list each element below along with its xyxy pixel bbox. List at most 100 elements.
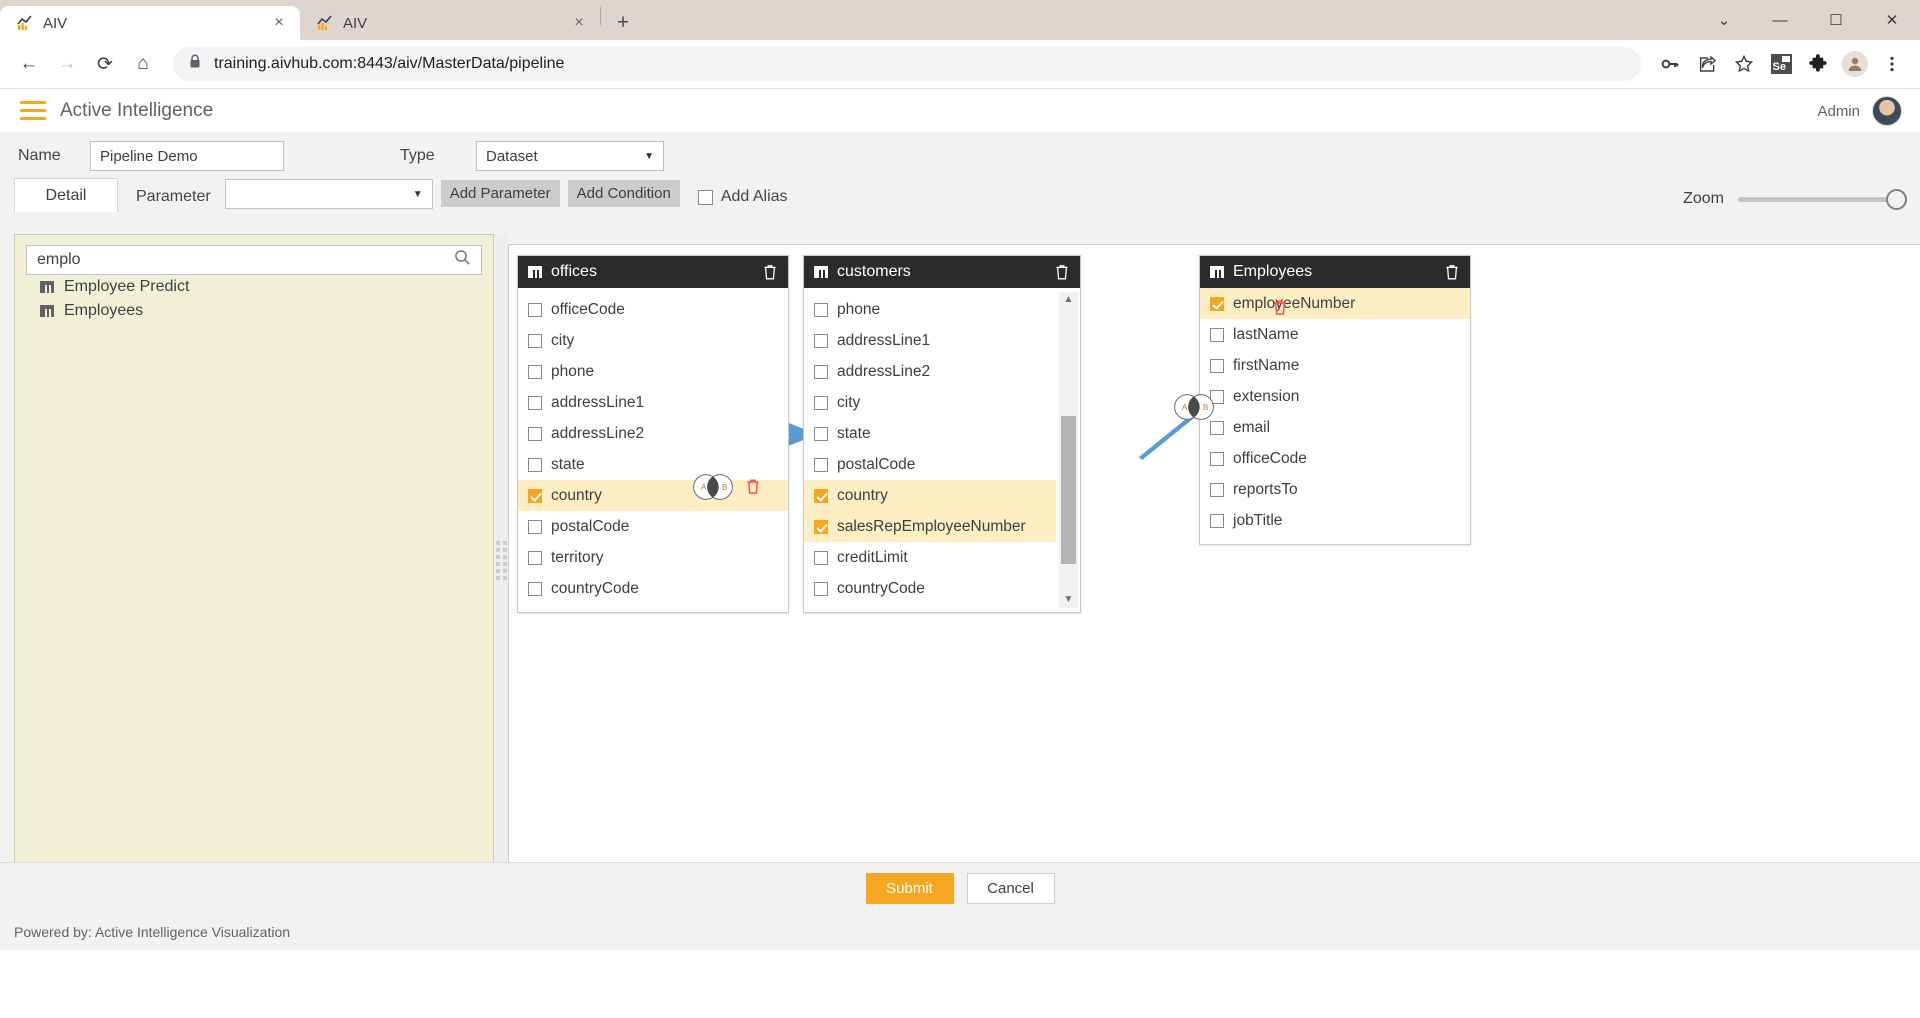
- field-row[interactable]: salesRepEmployeeNumber: [804, 511, 1056, 542]
- field-checkbox[interactable]: [1210, 358, 1224, 373]
- field-checkbox[interactable]: [814, 395, 828, 410]
- field-row[interactable]: addressLine1: [804, 325, 1056, 356]
- panel-header[interactable]: customers: [804, 256, 1080, 288]
- add-alias-checkbox[interactable]: [697, 189, 713, 205]
- back-icon[interactable]: ←: [12, 47, 46, 81]
- panel-header[interactable]: offices: [518, 256, 788, 288]
- scroll-down-icon[interactable]: ▼: [1064, 592, 1074, 608]
- zoom-slider-handle[interactable]: [1886, 188, 1907, 210]
- field-checkbox[interactable]: [814, 426, 828, 441]
- field-checkbox[interactable]: [528, 519, 542, 534]
- join-2-delete-icon[interactable]: [1272, 298, 1288, 321]
- browser-profile-icon[interactable]: [1839, 48, 1871, 80]
- field-row[interactable]: state: [804, 418, 1056, 449]
- trash-icon[interactable]: [1444, 263, 1460, 281]
- panel-scrollbar[interactable]: ▲ ▼: [1059, 292, 1078, 608]
- maximize-icon[interactable]: ☐: [1808, 0, 1864, 40]
- field-checkbox[interactable]: [1210, 327, 1224, 342]
- submit-button[interactable]: Submit: [865, 873, 954, 904]
- field-row[interactable]: phone: [518, 356, 788, 387]
- field-row[interactable]: territory: [518, 542, 788, 573]
- field-checkbox[interactable]: [1210, 420, 1224, 435]
- forward-icon[interactable]: →: [50, 47, 84, 81]
- field-row[interactable]: city: [518, 325, 788, 356]
- restore-down-icon[interactable]: ⌄: [1696, 0, 1752, 40]
- pipeline-canvas[interactable]: offices officeCode city phone addressLin…: [508, 244, 1920, 886]
- field-checkbox[interactable]: [814, 457, 828, 472]
- join-1-delete-icon[interactable]: [745, 477, 761, 500]
- field-checkbox[interactable]: [528, 581, 542, 596]
- field-checkbox[interactable]: [528, 333, 542, 348]
- field-row[interactable]: countryCode: [518, 573, 788, 604]
- field-row[interactable]: addressLine2: [518, 418, 788, 449]
- field-checkbox[interactable]: [1210, 513, 1224, 528]
- field-row[interactable]: officeCode: [1200, 443, 1470, 474]
- scroll-up-icon[interactable]: ▲: [1064, 292, 1074, 308]
- browser-tab-2[interactable]: AIV ×: [300, 6, 600, 40]
- panel-header[interactable]: Employees: [1200, 256, 1470, 288]
- sidebar-item-employees[interactable]: Employees: [15, 299, 493, 323]
- field-row[interactable]: addressLine2: [804, 356, 1056, 387]
- home-icon[interactable]: ⌂: [126, 47, 160, 81]
- field-row[interactable]: officeCode: [518, 294, 788, 325]
- search-input[interactable]: emplo: [26, 245, 482, 275]
- field-row[interactable]: creditLimit: [804, 542, 1056, 573]
- sidebar-splitter-handle[interactable]: [494, 234, 508, 886]
- close-icon[interactable]: ×: [568, 12, 590, 34]
- add-parameter-button[interactable]: Add Parameter: [440, 180, 560, 207]
- field-checkbox[interactable]: [528, 488, 542, 503]
- join-node-1[interactable]: A B: [689, 473, 737, 501]
- field-checkbox[interactable]: [814, 581, 828, 596]
- hamburger-menu-icon[interactable]: [20, 101, 46, 120]
- trash-icon[interactable]: [762, 263, 778, 281]
- field-checkbox[interactable]: [528, 302, 542, 317]
- minimize-icon[interactable]: —: [1752, 0, 1808, 40]
- extensions-puzzle-icon[interactable]: [1802, 48, 1834, 80]
- field-checkbox[interactable]: [1210, 451, 1224, 466]
- field-row[interactable]: jobTitle: [1200, 505, 1470, 536]
- field-row[interactable]: countryCode: [804, 573, 1056, 604]
- type-select[interactable]: Dataset ▼: [476, 141, 664, 171]
- field-checkbox[interactable]: [814, 364, 828, 379]
- field-checkbox[interactable]: [814, 550, 828, 565]
- field-checkbox[interactable]: [814, 333, 828, 348]
- field-row[interactable]: city: [804, 387, 1056, 418]
- chrome-menu-icon[interactable]: [1876, 48, 1908, 80]
- field-checkbox[interactable]: [528, 364, 542, 379]
- close-icon[interactable]: ×: [268, 12, 290, 34]
- tab-detail[interactable]: Detail: [14, 178, 118, 212]
- browser-tab-1[interactable]: AIV ×: [0, 6, 300, 40]
- field-row[interactable]: lastName: [1200, 319, 1470, 350]
- field-row[interactable]: country: [804, 480, 1056, 511]
- table-panel-employees[interactable]: Employees employeeNumber lastName firstN…: [1199, 255, 1471, 545]
- field-checkbox[interactable]: [814, 302, 828, 317]
- field-row[interactable]: state: [518, 449, 788, 480]
- field-row[interactable]: postalCode: [804, 449, 1056, 480]
- parameter-select[interactable]: ▼: [224, 179, 433, 209]
- sidebar-item-employee-predict[interactable]: Employee Predict: [15, 275, 493, 299]
- field-row[interactable]: firstName: [1200, 350, 1470, 381]
- name-input[interactable]: Pipeline Demo: [90, 141, 284, 171]
- selenium-extension-icon[interactable]: Se: [1765, 48, 1797, 80]
- field-row[interactable]: postalCode: [518, 511, 788, 542]
- field-checkbox[interactable]: [814, 488, 828, 503]
- field-checkbox[interactable]: [528, 550, 542, 565]
- field-checkbox[interactable]: [528, 426, 542, 441]
- field-checkbox[interactable]: [528, 457, 542, 472]
- share-icon[interactable]: [1691, 48, 1723, 80]
- table-panel-customers[interactable]: customers phone addressLine1 addressLine…: [803, 255, 1081, 613]
- add-condition-button[interactable]: Add Condition: [567, 180, 680, 207]
- field-row[interactable]: extension: [1200, 381, 1470, 412]
- field-checkbox[interactable]: [528, 395, 542, 410]
- reload-icon[interactable]: ⟳: [88, 47, 122, 81]
- address-bar[interactable]: training.aivhub.com:8443/aiv/MasterData/…: [173, 47, 1641, 81]
- search-icon[interactable]: [454, 249, 471, 271]
- field-checkbox[interactable]: [1210, 482, 1224, 497]
- field-row[interactable]: email: [1200, 412, 1470, 443]
- bookmark-star-icon[interactable]: [1728, 48, 1760, 80]
- scrollbar-track[interactable]: [1059, 308, 1078, 592]
- field-row[interactable]: reportsTo: [1200, 474, 1470, 505]
- new-tab-button[interactable]: +: [608, 7, 638, 37]
- cancel-button[interactable]: Cancel: [966, 873, 1055, 904]
- key-icon[interactable]: [1654, 48, 1686, 80]
